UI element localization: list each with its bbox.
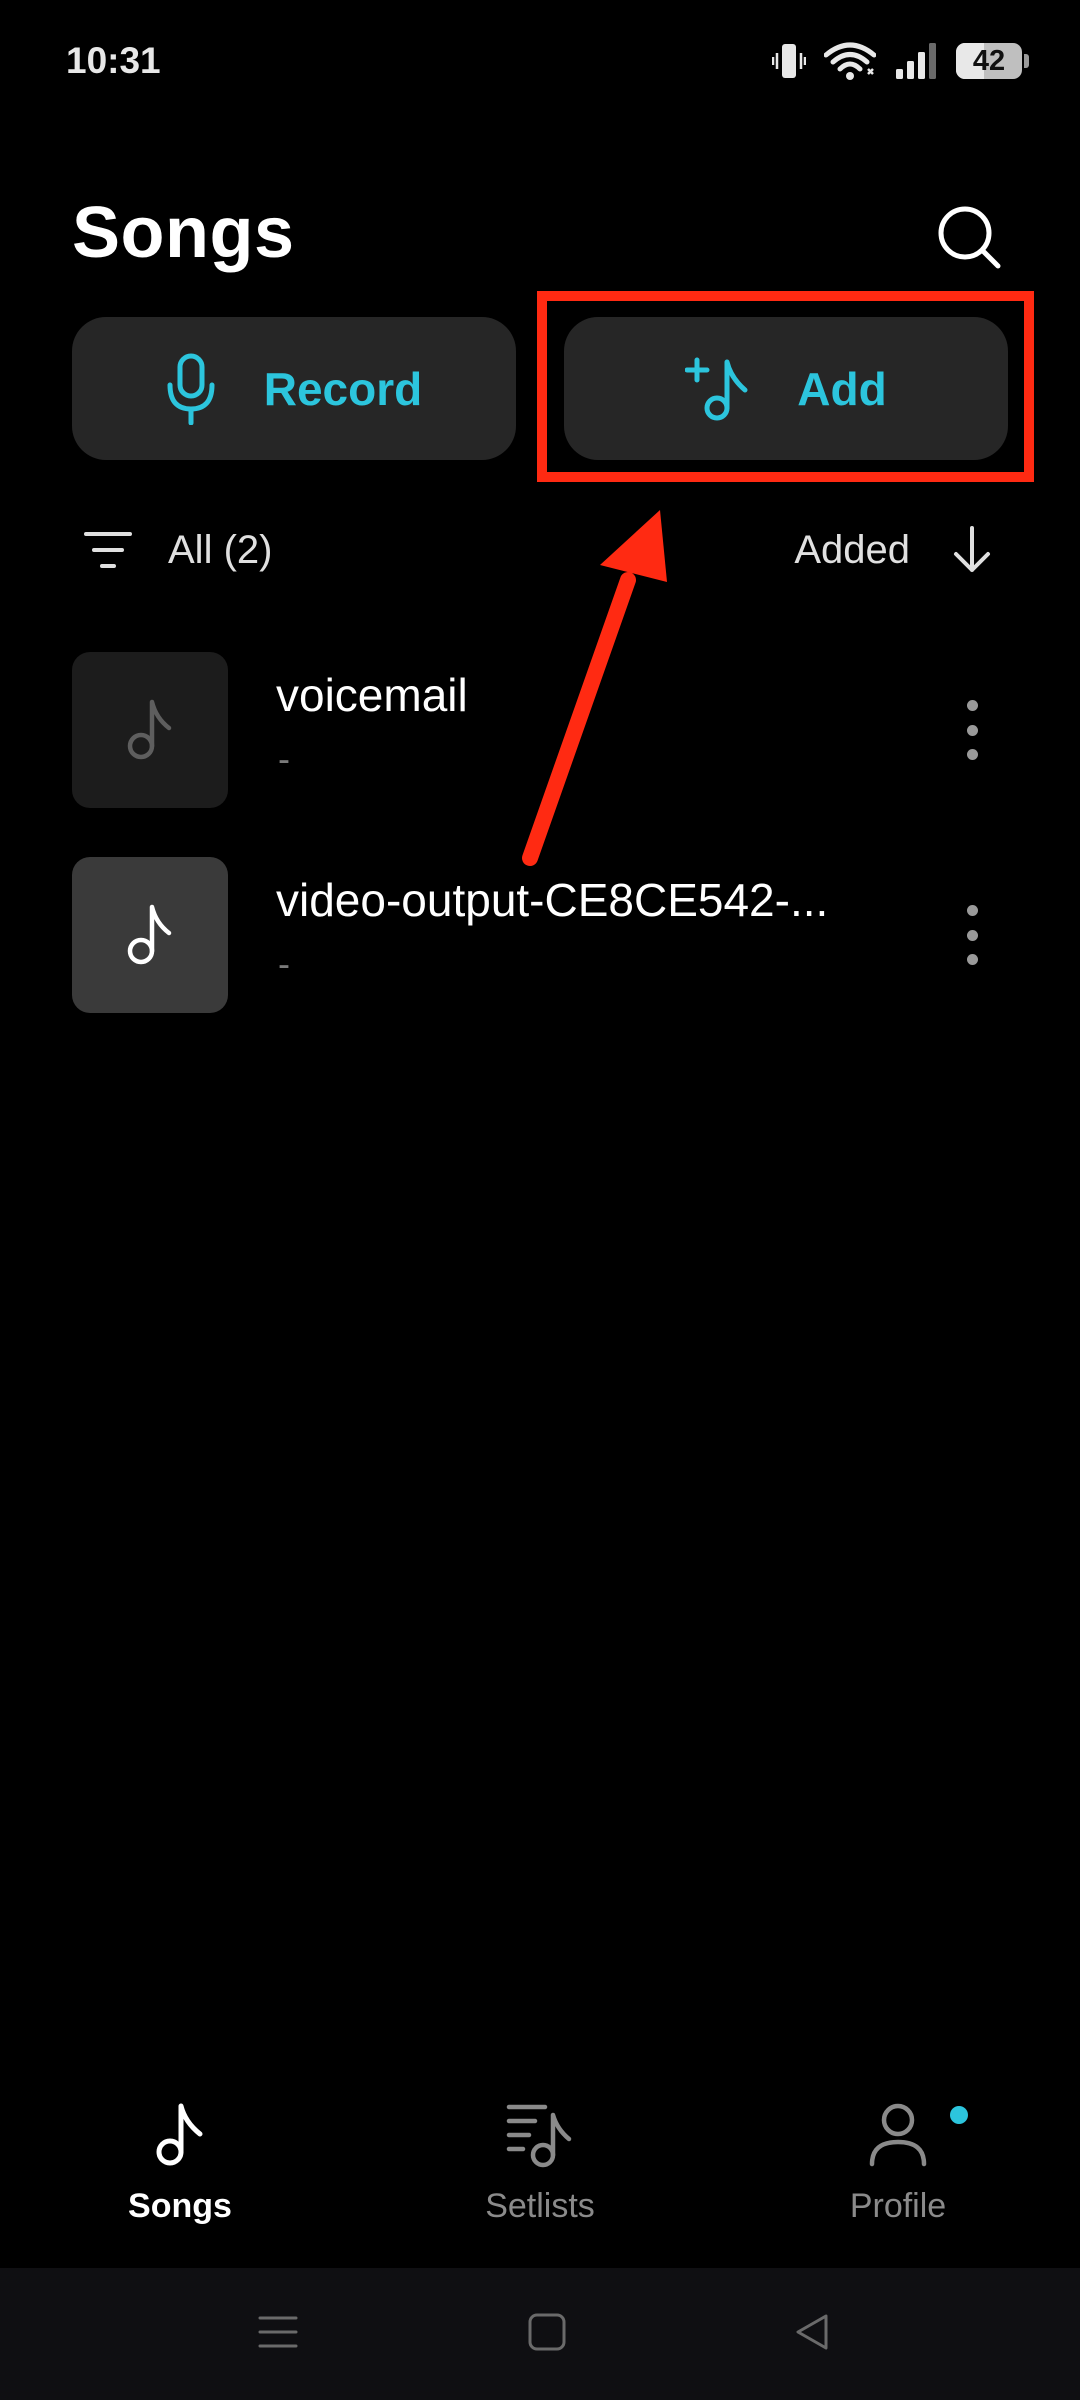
songs-screen: 10:31 42 Songs Record Add All (2) Added … [0,0,1080,2400]
system-navigation-bar [0,2268,1080,2400]
battery-level: 42 [972,45,1006,77]
song-thumbnail [72,857,228,1013]
home-icon[interactable] [527,2312,567,2352]
more-dots-icon [966,905,978,916]
profile-icon [869,2103,927,2167]
record-button[interactable]: Record [72,317,516,460]
add-music-icon [685,357,748,420]
filter-label[interactable]: All (2) [168,528,272,573]
music-note-icon [127,699,172,760]
more-options-button[interactable] [954,700,990,760]
setlist-icon [506,2104,572,2168]
nav-label-setlists: Setlists [485,2187,595,2225]
vibrate-icon [772,41,806,81]
add-label: Add [797,362,887,415]
back-icon[interactable] [792,2312,832,2352]
nav-item-songs[interactable]: Songs [40,2055,320,2265]
more-dots-icon [966,700,978,711]
filter-icon[interactable] [84,528,132,572]
song-thumbnail [72,652,228,808]
wifi-icon [824,41,876,81]
filter-row: All (2) Added [0,510,1080,590]
menu-icon[interactable] [258,2312,298,2352]
notification-dot [950,2106,968,2124]
nav-item-profile[interactable]: Profile [758,2055,1038,2265]
add-button[interactable]: Add [564,317,1008,460]
music-note-icon [127,904,172,965]
bottom-navigation: Songs Setlists Profile [0,2055,1080,2265]
status-time: 10:31 [66,40,161,81]
song-subtitle: - [278,738,290,779]
nav-label-profile: Profile [849,2187,947,2225]
search-button[interactable] [936,204,1002,270]
song-title: video-output-CE8CE542-... [276,874,829,926]
more-options-button[interactable] [954,905,990,965]
status-bar: 10:31 42 [0,0,1080,126]
song-list-item[interactable]: video-output-CE8CE542-... - [0,857,1080,1017]
song-list-item[interactable]: voicemail - [0,652,1080,812]
status-icons: 42 [772,38,1029,84]
nav-label-songs: Songs [128,2187,232,2225]
microphone-icon [167,353,215,425]
record-label: Record [263,362,423,415]
song-title: voicemail [276,669,468,721]
nav-item-setlists[interactable]: Setlists [400,2055,680,2265]
battery-icon: 42 [956,43,1029,79]
search-icon [938,206,1001,269]
sort-label[interactable]: Added [794,528,910,573]
music-note-icon [156,2103,203,2166]
page-title: Songs [72,193,295,273]
signal-icon [894,41,938,81]
arrow-down-icon[interactable] [952,524,992,576]
song-subtitle: - [278,943,290,984]
